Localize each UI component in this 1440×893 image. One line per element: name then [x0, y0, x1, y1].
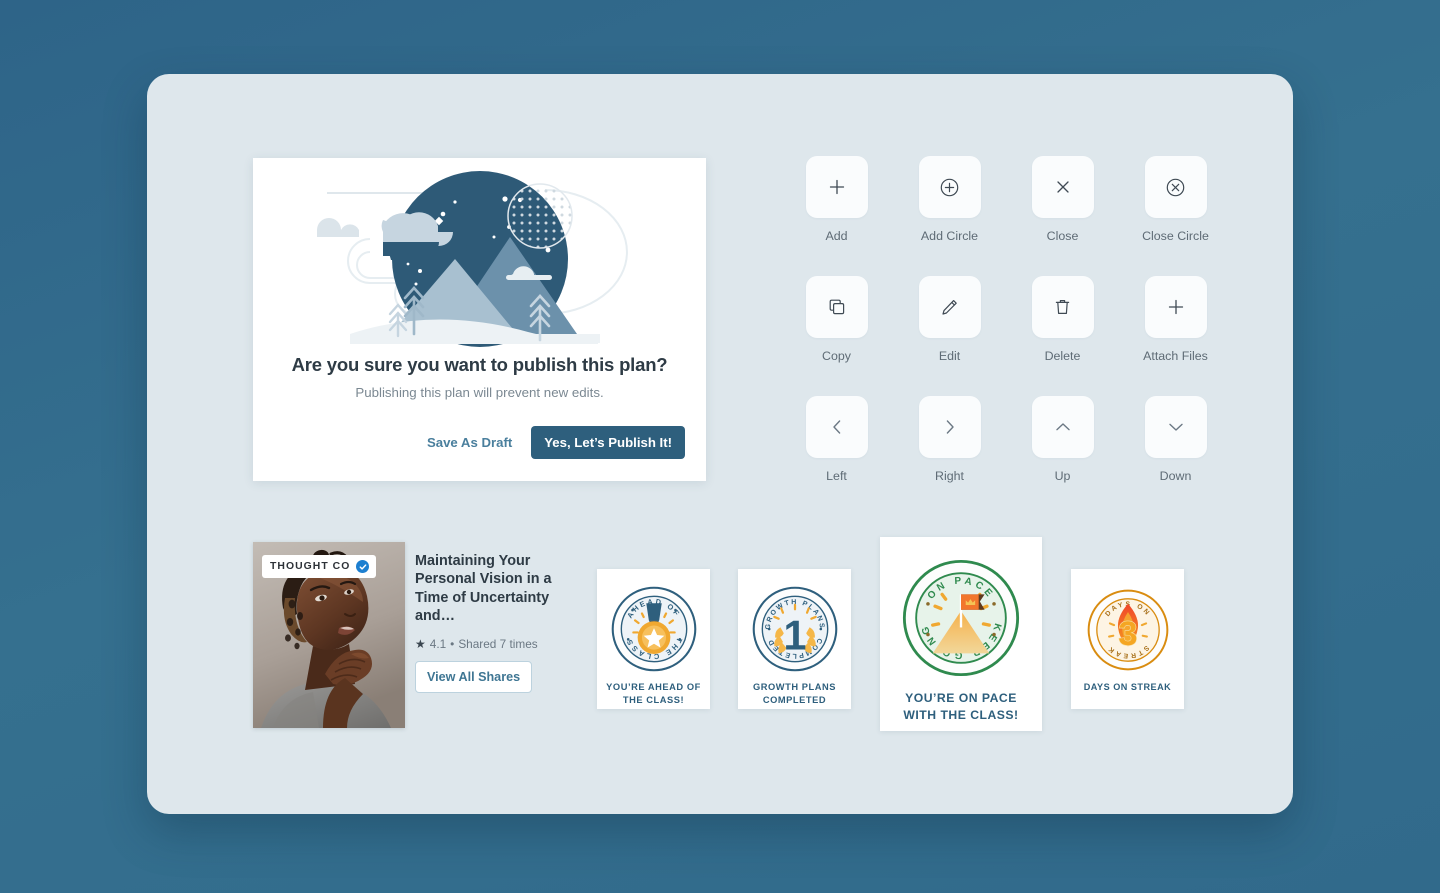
publisher-name: THOUGHT CO: [270, 561, 351, 572]
mountain-flag-badge-icon: ON PACE KEEP GOING: [902, 559, 1020, 677]
icon-label: Add Circle: [920, 229, 979, 243]
icon-label: Up: [1054, 469, 1071, 483]
icon-cell-close-circle: Close Circle: [1119, 156, 1232, 243]
badge-caption: YOU’RE ON PACE WITH THE CLASS!: [903, 690, 1018, 724]
badge-caption: YOU’RE AHEAD OF THE CLASS!: [606, 681, 701, 707]
medal-badge-icon: AHEAD OF THE CLASS: [611, 586, 696, 672]
chevron-right-icon: [946, 420, 954, 434]
icon-cell-close: Close: [1006, 156, 1119, 243]
icon-cell-add: Add: [780, 156, 893, 243]
trash-icon: [1055, 300, 1070, 314]
copy-button[interactable]: [805, 276, 868, 338]
badge-number: 3: [1118, 615, 1137, 653]
up-button[interactable]: [1031, 396, 1094, 458]
add-circle-button[interactable]: [918, 156, 981, 218]
badge-number: 1: [783, 613, 806, 659]
icon-label: Left: [826, 469, 847, 483]
badge-card-on-pace[interactable]: ON PACE KEEP GOING: [880, 537, 1042, 731]
article-body: Maintaining Your Personal Vision in a Ti…: [415, 542, 565, 728]
save-as-draft-button[interactable]: Save As Draft: [426, 433, 513, 452]
close-circle-button[interactable]: [1144, 156, 1207, 218]
dialog-subtitle: Publishing this plan will prevent new ed…: [355, 385, 604, 400]
laurel-number-badge-icon: GROWTH PLANS COMPLETED: [752, 586, 837, 672]
close-circle-icon: [1166, 178, 1185, 196]
meta-separator: •: [450, 636, 455, 651]
icon-label: Edit: [938, 349, 961, 363]
icon-cell-down: Down: [1119, 396, 1232, 483]
icon-label: Add: [825, 229, 848, 243]
plus-circle-icon: [940, 178, 959, 196]
left-button[interactable]: [805, 396, 868, 458]
icon-cell-copy: Copy: [780, 276, 893, 363]
article-rating: 4.1: [429, 636, 447, 651]
view-all-shares-button[interactable]: View All Shares: [415, 660, 533, 693]
app-root: Are you sure you want to publish this pl…: [0, 0, 1440, 893]
icon-label: Delete: [1044, 349, 1081, 363]
verified-icon: [356, 560, 370, 573]
icon-cell-left: Left: [780, 396, 893, 483]
pencil-icon: [942, 299, 957, 315]
flame-number-badge-icon: DAYS ON STREAK 3: [1087, 589, 1168, 671]
chevron-down-icon: [1168, 423, 1183, 431]
badge-caption-line1: YOU’RE AHEAD OF: [606, 682, 701, 692]
dialog-illustration: [253, 158, 706, 353]
badge-caption-line2: COMPLETED: [762, 694, 827, 705]
star-icon: ★: [415, 636, 426, 651]
close-button[interactable]: [1031, 156, 1094, 218]
icon-cell-edit: Edit: [893, 276, 1006, 363]
badge-caption: GROWTH PLANS COMPLETED: [753, 681, 836, 707]
icon-label: Close: [1046, 229, 1079, 243]
chevron-left-icon: [832, 420, 840, 434]
badge-caption-line1: YOU’RE ON PACE: [905, 691, 1017, 705]
edit-button[interactable]: [918, 276, 981, 338]
icon-label: Attach Files: [1143, 349, 1208, 363]
add-button[interactable]: [805, 156, 868, 218]
icon-label: Close Circle: [1142, 229, 1209, 243]
plus-icon: [1168, 299, 1183, 315]
badge-caption: DAYS ON STREAK: [1084, 681, 1172, 694]
publish-button[interactable]: Yes, Let’s Publish It!: [531, 426, 685, 459]
article-title[interactable]: Maintaining Your Personal Vision in a Ti…: [415, 552, 565, 626]
badge-card-ahead-of-class[interactable]: AHEAD OF THE CLASS YOU’RE AHEAD OF THE C…: [597, 569, 710, 709]
attach-files-button[interactable]: [1144, 276, 1207, 338]
badge-caption-line2: WITH THE CLASS!: [903, 707, 1019, 722]
badge-caption-line1: GROWTH PLANS: [752, 682, 837, 692]
badge-caption-line1: DAYS ON STREAK: [1083, 682, 1172, 692]
badge-card-days-on-streak[interactable]: DAYS ON STREAK 3 DAYS ON STREAK: [1071, 569, 1184, 709]
down-button[interactable]: [1144, 396, 1207, 458]
dialog-actions: Save As Draft Yes, Let’s Publish It!: [426, 426, 685, 459]
icon-cell-right: Right: [893, 396, 1006, 483]
icon-label: Down: [1159, 469, 1192, 483]
publish-confirmation-dialog: Are you sure you want to publish this pl…: [253, 158, 706, 481]
icon-label: Right: [935, 469, 964, 483]
badge-card-growth-plans[interactable]: GROWTH PLANS COMPLETED: [738, 569, 851, 709]
icon-cell-up: Up: [1006, 396, 1119, 483]
icon-cell-delete: Delete: [1006, 276, 1119, 363]
article-thumbnail[interactable]: THOUGHT CO: [253, 542, 405, 728]
delete-button[interactable]: [1031, 276, 1094, 338]
icon-grid: Add Add Circle Close Close Circle Copy E…: [780, 156, 1232, 483]
chevron-up-icon: [1055, 423, 1070, 431]
shared-article-card: THOUGHT CO Maintaining Your Personal Vis…: [253, 542, 565, 728]
article-meta: ★ 4.1 • Shared 7 times: [415, 637, 565, 651]
plus-icon: [829, 179, 844, 195]
badge-caption-line2: THE CLASS!: [622, 694, 685, 705]
copy-icon: [829, 299, 844, 315]
icon-label: Copy: [822, 349, 851, 363]
dialog-title: Are you sure you want to publish this pl…: [291, 354, 668, 375]
publisher-badge: THOUGHT CO: [262, 555, 377, 578]
article-shares: Shared 7 times: [458, 636, 538, 651]
close-icon: [1056, 181, 1069, 193]
right-button[interactable]: [918, 396, 981, 458]
icon-cell-attach-files: Attach Files: [1119, 276, 1232, 363]
canvas-surface: Are you sure you want to publish this pl…: [147, 74, 1293, 814]
icon-cell-add-circle: Add Circle: [893, 156, 1006, 243]
